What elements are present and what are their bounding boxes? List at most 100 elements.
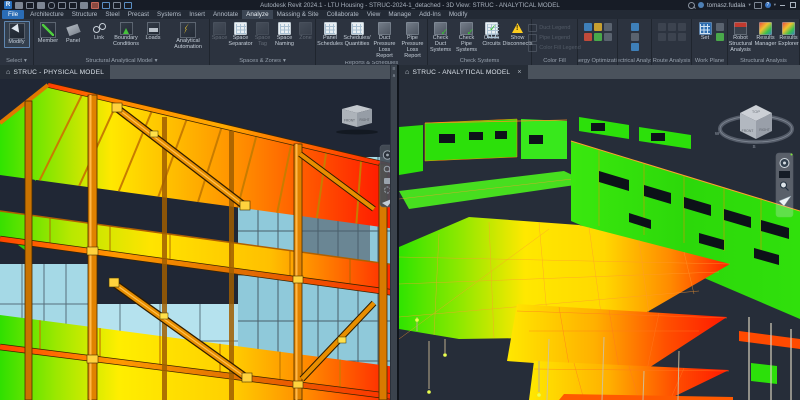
electrical-loads-icon[interactable] (631, 33, 639, 41)
physical-model-canvas[interactable]: FRONT RIGHT (0, 79, 397, 400)
set-work-plane-button[interactable]: Set (695, 21, 715, 43)
tab-addins[interactable]: Add-Ins (415, 10, 445, 19)
sync-icon[interactable] (48, 2, 55, 9)
store-icon[interactable] (754, 2, 762, 9)
energy-generate-icon[interactable] (604, 23, 612, 31)
modify-button[interactable]: Modify (4, 21, 30, 48)
panel-label-electrical[interactable]: Electrical Analysis (618, 56, 651, 65)
user-caret-icon[interactable]: ▾ (748, 2, 750, 8)
show-disconnects-button[interactable]: Show Disconnects (504, 21, 531, 49)
results-manager-button[interactable]: Results Manager (755, 21, 777, 49)
duct-pressure-loss-report-button[interactable]: Duct Pressure Loss Report (371, 21, 398, 61)
tab-annotate[interactable]: Annotate (209, 10, 242, 19)
results-explorer-icon (782, 22, 795, 35)
panel-label-color-fill[interactable]: Color Fill (532, 56, 577, 65)
work-plane-viewer-icon[interactable] (716, 33, 724, 41)
tab-architecture[interactable]: Architecture (26, 10, 68, 19)
close-view-icon[interactable]: × (517, 69, 521, 76)
help-icon[interactable]: ? (765, 2, 771, 8)
panel-schedules-button[interactable]: Panel Schedules (317, 21, 343, 49)
minimize-button[interactable] (779, 2, 786, 9)
tab-analyze[interactable]: Analyze (242, 10, 272, 19)
open-icon[interactable] (26, 2, 34, 9)
analytical-automation-button[interactable]: Analytical Automation (168, 21, 208, 52)
energy-optimize-icon[interactable] (594, 33, 602, 41)
results-explorer-button[interactable]: Results Explorer (778, 21, 800, 49)
energy-settings-icon[interactable] (594, 23, 602, 31)
tab-struc-analytical-model[interactable]: ⌂ STRUC - ANALYTICAL MODEL × (399, 65, 528, 79)
user-avatar[interactable] (698, 2, 704, 8)
panel-label-route[interactable]: Route Analysis (652, 56, 691, 65)
electrical-report-icon[interactable] (631, 43, 639, 51)
panel-schedules-icon (324, 22, 337, 35)
analytical-automation-icon (180, 22, 196, 38)
username[interactable]: tomasz.fudala (707, 2, 746, 9)
text-icon[interactable] (113, 2, 121, 9)
panel-button[interactable]: Panel (62, 21, 84, 46)
tab-file[interactable]: File (2, 10, 24, 19)
energy-model-icon[interactable] (584, 23, 592, 31)
left-scrollbar[interactable]: ≡ ∧ (390, 65, 397, 400)
dimension-icon[interactable] (102, 2, 110, 9)
tab-massing-site[interactable]: Massing & Site (273, 10, 323, 19)
schedules-quantities-icon (351, 22, 364, 35)
check-duct-systems-button[interactable]: Check Duct Systems (428, 21, 453, 55)
view3d-icon[interactable] (124, 2, 132, 9)
pipe-legend-button: Pipe Legend (528, 34, 581, 42)
space-naming-button[interactable]: Space Naming (272, 21, 298, 49)
tab-systems[interactable]: Systems (153, 10, 185, 19)
tab-insert[interactable]: Insert (185, 10, 209, 19)
revit-logo[interactable]: R (4, 1, 12, 9)
left-view-tab-bar: ⌂ STRUC - PHYSICAL MODEL (0, 65, 397, 79)
tab-collaborate[interactable]: Collaborate (323, 10, 363, 19)
electrical-settings-icon[interactable] (631, 23, 639, 31)
tab-manage[interactable]: Manage (384, 10, 415, 19)
panel-label-work-plane[interactable]: Work Plane (692, 56, 727, 65)
check-pipe-systems-button[interactable]: Check Pipe Systems (454, 21, 479, 55)
panel-label-check-systems[interactable]: Check Systems (428, 56, 531, 65)
home-icon[interactable] (15, 2, 23, 9)
panel-label-select[interactable]: Select▾ (0, 56, 33, 65)
boundary-conditions-button[interactable]: Boundary Conditions (111, 21, 141, 49)
panel-label-energy[interactable]: Energy Optimization (578, 56, 617, 65)
restore-button[interactable] (789, 2, 796, 9)
print-icon[interactable] (80, 2, 88, 9)
pipe-legend-icon (528, 34, 537, 42)
panel-label-structural-analysis[interactable]: Structural Analysis (728, 56, 799, 65)
member-button[interactable]: Member (35, 21, 61, 46)
panel-label-spaces-zones[interactable]: Spaces & Zones▾ (210, 56, 315, 65)
show-work-plane-icon[interactable] (716, 23, 724, 31)
check-circuits-button[interactable]: Check Circuits (480, 21, 503, 49)
undo-icon[interactable] (58, 2, 66, 9)
svg-text:S: S (752, 144, 755, 149)
svg-text:FRONT: FRONT (742, 129, 754, 133)
pipe-pressure-loss-report-button[interactable]: Pipe Pressure Loss Report (399, 21, 426, 61)
tab-structure[interactable]: Structure (68, 10, 102, 19)
space-button: Space (213, 21, 227, 43)
tab-view[interactable]: View (363, 10, 385, 19)
space-separator-button[interactable]: Space Separator (228, 21, 254, 49)
route-reveal-icon (678, 23, 686, 31)
tab-steel[interactable]: Steel (101, 10, 123, 19)
loads-button[interactable]: Loads (142, 21, 164, 43)
analytical-model-canvas[interactable]: TOP FRONT RIGHT W S (399, 79, 800, 400)
robot-structural-analysis-button[interactable]: Robot Structural Analysis (728, 21, 754, 55)
navigation-bar-right[interactable] (776, 153, 793, 217)
space-icon (213, 22, 226, 35)
tab-modify[interactable]: Modify (445, 10, 472, 19)
tab-precast[interactable]: Precast (124, 10, 153, 19)
panel-route-analysis: Route Analysis (652, 19, 692, 65)
schedules-quantities-button[interactable]: Schedules/ Quantities (344, 21, 370, 49)
link-button[interactable]: Link (88, 21, 110, 43)
search-icon[interactable] (688, 2, 695, 9)
redo-icon[interactable] (69, 2, 77, 9)
panel-structural-analysis: Robot Structural Analysis Results Manage… (728, 19, 800, 65)
save-icon[interactable] (37, 2, 45, 9)
panel-label-sam[interactable]: Structural Analytical Model▾ (34, 56, 209, 65)
help-caret-icon[interactable]: ▾ (774, 2, 776, 8)
energy-delete-icon[interactable] (604, 33, 612, 41)
viewport-physical-model: ⌂ STRUC - PHYSICAL MODEL ≡ ∧ (0, 65, 397, 400)
measure-icon[interactable] (91, 2, 99, 9)
energy-results-icon[interactable] (584, 33, 592, 41)
tab-struc-physical-model[interactable]: ⌂ STRUC - PHYSICAL MODEL (0, 65, 110, 79)
